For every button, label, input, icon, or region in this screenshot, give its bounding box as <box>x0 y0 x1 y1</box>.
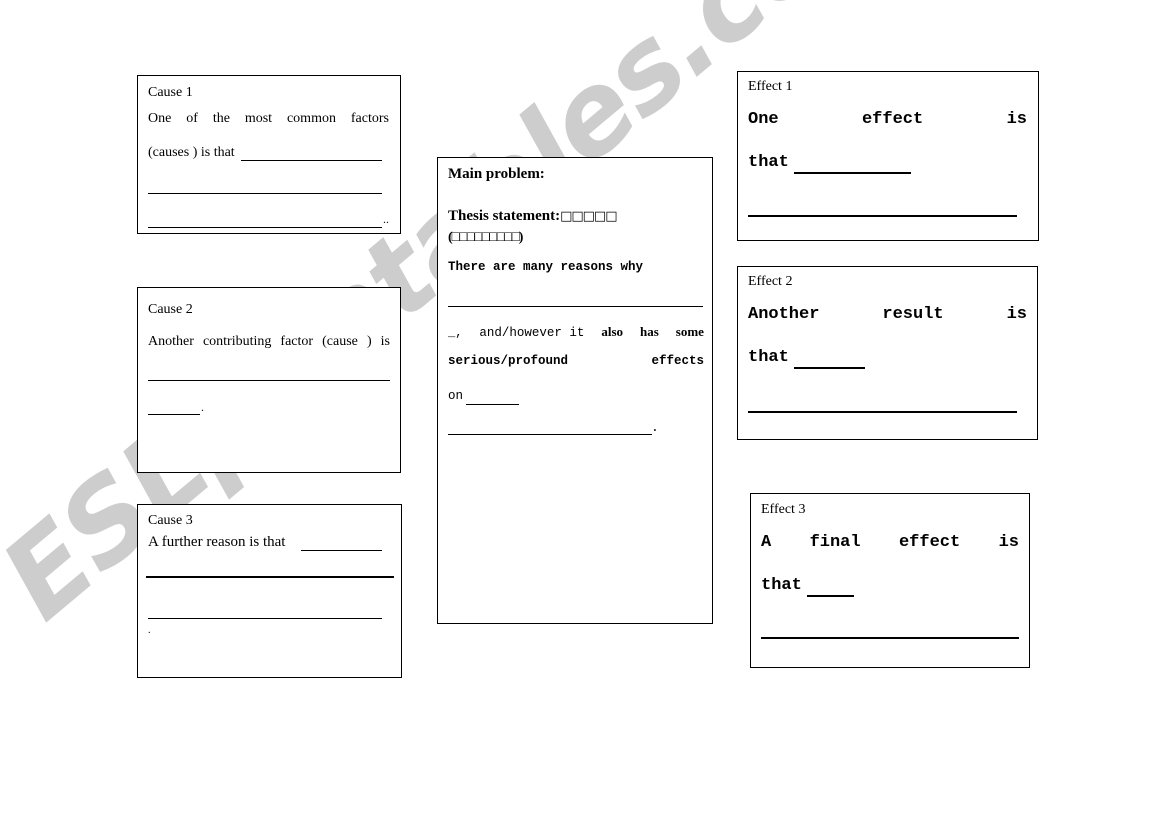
thesis-label: Thesis statement: <box>448 208 561 224</box>
effect-1-line-2: that <box>748 153 789 172</box>
word: is <box>1006 110 1027 129</box>
cause-3-blank-1[interactable] <box>301 550 382 551</box>
word: is <box>380 334 390 349</box>
effect-1-line-1: One effect is <box>748 110 1027 129</box>
word: effects <box>651 354 704 368</box>
word: has <box>640 324 659 339</box>
cause-1-end-mark: .. <box>383 212 389 226</box>
main-blank-2[interactable] <box>466 404 519 405</box>
effect-3-line-2: that <box>761 576 802 595</box>
effect-1-blank-2[interactable] <box>748 215 1017 217</box>
word: serious/profound <box>448 354 569 368</box>
effect-3-box: Effect 3 A final effect is that <box>750 493 1030 668</box>
word: One <box>748 110 779 129</box>
effect-2-blank-1[interactable] <box>794 367 865 369</box>
cause-1-label: Cause 1 <box>148 85 193 100</box>
word: common <box>286 111 336 126</box>
effect-2-line-1: Another result is <box>748 305 1027 324</box>
word: also <box>601 324 624 339</box>
connector-prefix: _, <box>448 326 463 340</box>
word: result <box>882 305 944 324</box>
word: contributing <box>202 334 272 349</box>
main-blank-1[interactable] <box>448 306 703 307</box>
cause-3-box: Cause 3 A further reason is that . <box>137 504 402 678</box>
main-problem-box: Main problem: Thesis statement:□□□□□ (□□… <box>437 157 713 624</box>
word: the <box>212 111 230 126</box>
cause-2-end-mark: . <box>201 400 204 414</box>
effect-3-line-1: A final effect is <box>761 533 1019 552</box>
cause-1-line-2: (causes ) is that <box>148 145 235 160</box>
cause-3-end-mark: . <box>148 625 151 636</box>
main-end-mark: . <box>651 420 659 435</box>
cause-3-blank-3[interactable] <box>148 618 382 619</box>
word: effect <box>898 533 961 552</box>
word: (cause <box>322 334 358 349</box>
effect-3-blank-1[interactable] <box>807 595 854 597</box>
effect-3-label: Effect 3 <box>761 502 806 517</box>
cause-3-line-1: A further reason is that <box>148 534 286 550</box>
word: Another <box>748 305 820 324</box>
effect-3-blank-2[interactable] <box>761 637 1019 639</box>
word: final <box>809 533 861 552</box>
word: One <box>148 111 172 126</box>
effects-line: serious/profound effects <box>448 354 704 368</box>
cause-1-blank-1[interactable] <box>241 160 382 161</box>
thesis-placeholder-2: (□□□□□□□□□) <box>448 230 523 245</box>
reasons-line: There are many reasons why <box>448 260 644 274</box>
word: of <box>186 111 198 126</box>
cause-2-label: Cause 2 <box>148 302 193 317</box>
thesis-statement-line: Thesis statement:□□□□□ <box>448 208 618 225</box>
cause-1-line-1: One of the most common factors <box>148 111 389 127</box>
word: some <box>675 324 704 339</box>
word: effect <box>861 110 924 129</box>
effect-1-box: Effect 1 One effect is that <box>737 71 1039 241</box>
effect-1-label: Effect 1 <box>748 79 793 94</box>
on-text: on <box>448 389 464 403</box>
cause-2-blank-1[interactable] <box>148 380 390 381</box>
cause-2-box: Cause 2 Another contributing factor (cau… <box>137 287 401 473</box>
word: is <box>1006 305 1027 324</box>
main-problem-title: Main problem: <box>448 166 545 182</box>
word: factor <box>280 334 314 349</box>
effect-2-line-2: that <box>748 348 789 367</box>
main-blank-3[interactable] <box>448 434 652 435</box>
cause-1-blank-3[interactable] <box>148 227 382 228</box>
effect-1-blank-1[interactable] <box>794 172 911 174</box>
cause-3-label: Cause 3 <box>148 513 193 528</box>
word: most <box>244 111 273 126</box>
cause-2-blank-2[interactable] <box>148 414 200 415</box>
cause-3-blank-2[interactable] <box>146 576 394 578</box>
connector-text: and/however it <box>479 326 585 340</box>
cause-1-blank-2[interactable] <box>148 193 382 194</box>
word: A <box>761 533 772 552</box>
word: factors <box>350 111 389 126</box>
effect-2-label: Effect 2 <box>748 274 793 289</box>
thesis-placeholder-1: □□□□□ <box>560 209 617 224</box>
word: is <box>998 533 1019 552</box>
word: Another <box>148 334 194 349</box>
cause-1-box: Cause 1 One of the most common factors (… <box>137 75 401 234</box>
effect-2-blank-2[interactable] <box>748 411 1017 413</box>
connector-line: _, and/however it also has some <box>448 324 704 340</box>
word: ) <box>366 334 372 349</box>
effect-2-box: Effect 2 Another result is that <box>737 266 1038 440</box>
cause-2-line-1: Another contributing factor (cause ) is <box>148 334 390 350</box>
